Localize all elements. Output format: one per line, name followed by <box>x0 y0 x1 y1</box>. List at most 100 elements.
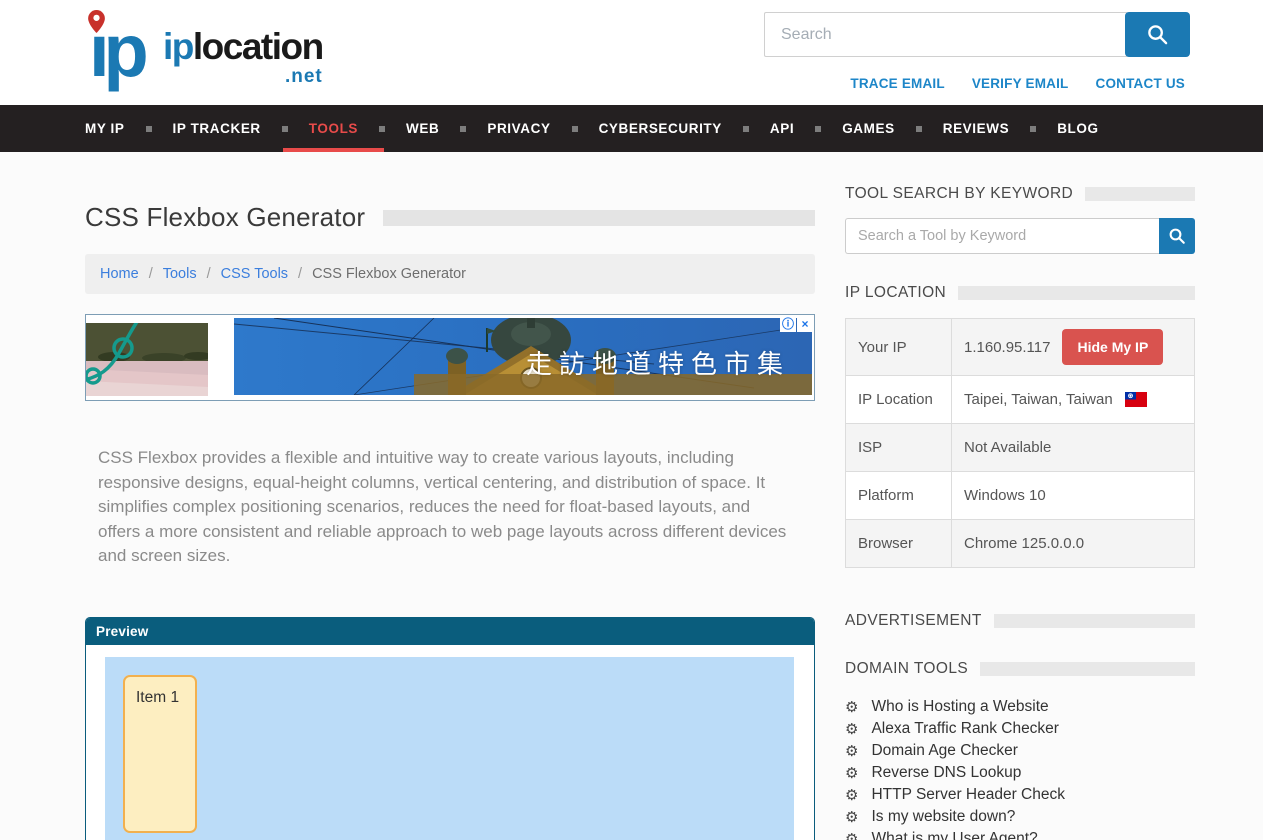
sidebar: TOOL SEARCH BY KEYWORD IP LOCATION Your … <box>845 152 1195 840</box>
nav-item-ip-tracker[interactable]: IP TRACKER <box>173 105 261 152</box>
nav-item-my-ip[interactable]: MY IP <box>85 105 125 152</box>
breadcrumb-separator: / <box>207 266 211 282</box>
your-ip-value: 1.160.95.117 <box>964 339 1050 356</box>
breadcrumb-current: CSS Flexbox Generator <box>312 266 466 282</box>
breadcrumb-separator: / <box>149 266 153 282</box>
tool-search-button[interactable] <box>1159 218 1195 254</box>
nav-separator <box>815 126 821 132</box>
nav-item-tools[interactable]: TOOLS <box>309 105 358 152</box>
search-icon <box>1168 227 1186 245</box>
table-row-your-ip: Your IP 1.160.95.117 Hide My IP <box>846 319 1194 375</box>
gear-icon: ⚙ <box>845 810 858 825</box>
ip-location-value: Taipei, Taiwan, Taiwan <box>964 391 1113 408</box>
domain-tool-link[interactable]: Is my website down? <box>871 808 1015 826</box>
table-row-browser: Browser Chrome 125.0.0.0 <box>846 519 1194 567</box>
domain-tool-link[interactable]: Alexa Traffic Rank Checker <box>871 720 1059 738</box>
gear-icon: ⚙ <box>845 832 858 840</box>
title-decorative-bar <box>383 210 815 226</box>
tool-search-input[interactable] <box>845 218 1159 254</box>
domain-tool-link[interactable]: What is my User Agent? <box>871 830 1037 840</box>
nav-item-cybersecurity[interactable]: CYBERSECURITY <box>599 105 722 152</box>
preview-panel-header: Preview <box>86 618 814 645</box>
gear-icon: ⚙ <box>845 722 858 737</box>
logo-icon: ıp <box>85 8 205 94</box>
nav-item-games[interactable]: GAMES <box>842 105 895 152</box>
domain-tool-link[interactable]: Who is Hosting a Website <box>871 698 1048 716</box>
site-name-location: location <box>193 26 323 67</box>
nav-item-reviews[interactable]: REVIEWS <box>943 105 1009 152</box>
nav-separator <box>460 126 466 132</box>
list-item: ⚙ Is my website down? <box>845 806 1195 828</box>
nav-separator <box>743 126 749 132</box>
nav-item-web[interactable]: WEB <box>406 105 439 152</box>
platform-value: Windows 10 <box>964 487 1046 504</box>
domain-tools-heading: DOMAIN TOOLS <box>845 660 1195 678</box>
domain-tool-link[interactable]: Reverse DNS Lookup <box>871 764 1021 782</box>
ad-close-icon[interactable]: × <box>797 316 813 332</box>
location-pin-icon <box>88 10 105 33</box>
trace-email-link[interactable]: TRACE EMAIL <box>850 76 944 91</box>
heading-bar <box>980 662 1195 676</box>
heading-bar <box>994 614 1195 628</box>
ip-location-heading: IP LOCATION <box>845 284 1195 302</box>
ad-info-icon[interactable]: ⓘ <box>780 316 796 332</box>
contact-us-link[interactable]: CONTACT US <box>1096 76 1186 91</box>
ad-image-left[interactable] <box>86 323 208 396</box>
list-item: ⚙ HTTP Server Header Check <box>845 784 1195 806</box>
nav-item-blog[interactable]: BLOG <box>1057 105 1098 152</box>
table-row-platform: Platform Windows 10 <box>846 471 1194 519</box>
preview-panel-body: Item 1 <box>86 645 814 840</box>
advertisement-heading: ADVERTISEMENT <box>845 612 1195 630</box>
nav-separator <box>282 126 288 132</box>
breadcrumb: Home / Tools / CSS Tools / CSS Flexbox G… <box>85 254 815 294</box>
gear-icon: ⚙ <box>845 700 858 715</box>
nav-separator <box>1030 126 1036 132</box>
list-item: ⚙ Domain Age Checker <box>845 740 1195 762</box>
search-button[interactable] <box>1125 12 1190 57</box>
breadcrumb-link-css-tools[interactable]: CSS Tools <box>221 266 288 282</box>
breadcrumb-separator: / <box>298 266 302 282</box>
verify-email-link[interactable]: VERIFY EMAIL <box>972 76 1069 91</box>
list-item: ⚙ Alexa Traffic Rank Checker <box>845 718 1195 740</box>
table-row-isp: ISP Not Available <box>846 423 1194 471</box>
nav-separator <box>916 126 922 132</box>
search-input[interactable] <box>764 12 1127 57</box>
site-header: ıp iplocation .net TRACE EMAIL VERIFY EM… <box>0 0 1263 105</box>
tool-search-heading: TOOL SEARCH BY KEYWORD <box>845 185 1195 203</box>
domain-tool-link[interactable]: Domain Age Checker <box>871 742 1017 760</box>
flexbox-preview-container: Item 1 <box>105 657 794 840</box>
table-row-ip-location: IP Location Taipei, Taiwan, Taiwan <box>846 375 1194 423</box>
tool-search <box>845 218 1195 254</box>
list-item: ⚙ What is my User Agent? <box>845 828 1195 840</box>
gear-icon: ⚙ <box>845 788 858 803</box>
heading-bar <box>958 286 1195 300</box>
ad-banner[interactable]: 走訪地道特色市集 ⓘ × <box>85 314 815 401</box>
nav-separator <box>379 126 385 132</box>
breadcrumb-link-home[interactable]: Home <box>100 266 139 282</box>
tool-description: CSS Flexbox provides a flexible and intu… <box>85 446 815 569</box>
browser-value: Chrome 125.0.0.0 <box>964 535 1084 552</box>
gear-icon: ⚙ <box>845 766 858 781</box>
list-item: ⚙ Reverse DNS Lookup <box>845 762 1195 784</box>
gear-icon: ⚙ <box>845 744 858 759</box>
nav-separator <box>146 126 152 132</box>
page-title: CSS Flexbox Generator <box>85 202 365 233</box>
breadcrumb-link-tools[interactable]: Tools <box>163 266 197 282</box>
taiwan-flag-icon <box>1125 392 1147 407</box>
site-logo[interactable]: ıp iplocation .net <box>85 8 323 94</box>
hide-my-ip-button[interactable]: Hide My IP <box>1062 329 1163 365</box>
header-links: TRACE EMAIL VERIFY EMAIL CONTACT US <box>850 76 1185 91</box>
main-column: CSS Flexbox Generator Home / Tools / CSS… <box>85 152 815 840</box>
nav-item-api[interactable]: API <box>770 105 794 152</box>
domain-tools-list: ⚙ Who is Hosting a Website ⚙ Alexa Traff… <box>845 696 1195 840</box>
nav-item-privacy[interactable]: PRIVACY <box>487 105 550 152</box>
isp-value: Not Available <box>964 439 1051 456</box>
search-icon <box>1146 23 1169 46</box>
main-nav: MY IP IP TRACKER TOOLS WEB PRIVACY CYBER… <box>0 105 1263 152</box>
title-row: CSS Flexbox Generator <box>85 202 815 233</box>
header-search <box>764 12 1190 57</box>
preview-panel: Preview Item 1 <box>85 617 815 840</box>
domain-tool-link[interactable]: HTTP Server Header Check <box>871 786 1065 804</box>
nav-separator <box>572 126 578 132</box>
heading-bar <box>1085 187 1195 201</box>
